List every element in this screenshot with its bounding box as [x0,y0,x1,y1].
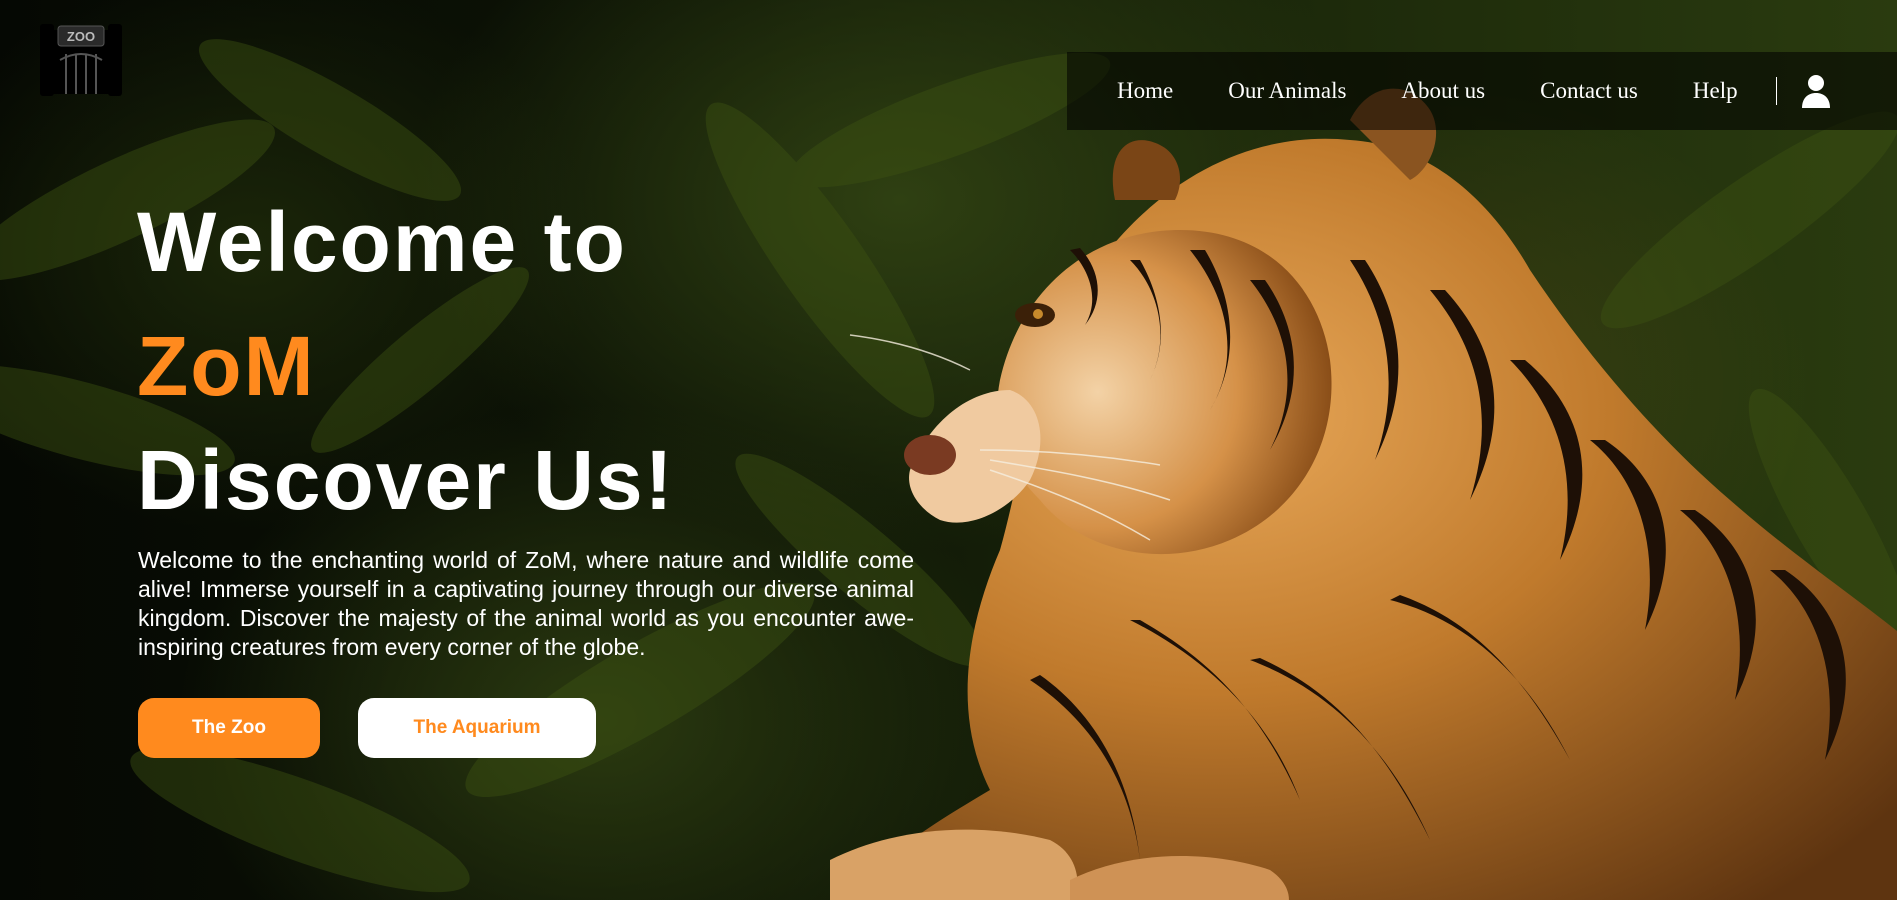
hero-heading-discover: Discover Us! [137,433,675,527]
nav-home-link[interactable]: Home [1117,78,1173,104]
user-icon[interactable] [1801,74,1831,108]
nav-about-us-link[interactable]: About us [1401,78,1485,104]
the-aquarium-button[interactable]: The Aquarium [358,698,596,758]
hero-heading-welcome: Welcome to [137,195,627,289]
logo-text: ZOO [67,29,95,44]
nav-our-animals-link[interactable]: Our Animals [1228,78,1346,104]
nav-contact-us-link[interactable]: Contact us [1540,78,1638,104]
hero-intro-text: Welcome to the enchanting world of ZoM, … [138,547,914,660]
the-zoo-button[interactable]: The Zoo [138,698,320,758]
nav-divider [1775,77,1777,105]
tiger-image [830,88,1897,900]
main-navigation: Home Our Animals About us Contact us Hel… [1067,52,1897,130]
nav-help-link[interactable]: Help [1693,78,1738,104]
hero-heading-brand: ZoM [137,319,316,413]
zoo-gate-icon[interactable]: ZOO [40,20,122,96]
